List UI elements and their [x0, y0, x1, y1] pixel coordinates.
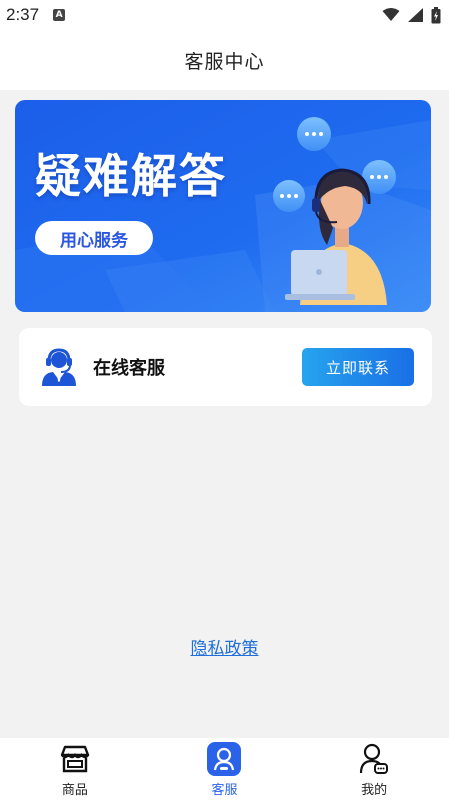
header: 客服中心	[0, 30, 449, 90]
tab-customer-service[interactable]: 客服	[174, 738, 274, 800]
contact-now-button[interactable]: 立即联系	[302, 348, 414, 386]
online-service-label: 在线客服	[93, 358, 165, 379]
tab-products[interactable]: 商品	[25, 738, 125, 800]
shop-icon	[58, 742, 92, 776]
faq-banner[interactable]: 疑难解答 用心服务	[15, 100, 431, 312]
privacy-policy-link[interactable]: 隐私政策	[0, 634, 449, 659]
tab-customer-service-label: 客服	[211, 783, 238, 798]
bottom-tab-bar: 商品 客服 我的	[0, 738, 449, 800]
tab-mine-label: 我的	[361, 783, 388, 798]
notification-icon: A	[53, 9, 66, 21]
banner-pill: 用心服务	[35, 221, 153, 255]
tab-mine[interactable]: 我的	[324, 738, 424, 800]
status-bar: 2:37 A	[0, 0, 449, 30]
wifi-icon	[382, 8, 400, 21]
user-icon	[357, 742, 391, 776]
banner-title: 疑难解答	[35, 149, 227, 203]
banner-illustration	[15, 100, 431, 312]
page-title: 客服中心	[184, 50, 265, 73]
status-time: 2:37	[6, 5, 40, 24]
customer-service-agent-icon	[42, 348, 76, 386]
tab-products-label: 商品	[61, 783, 88, 798]
battery-icon	[431, 6, 441, 23]
online-service-card: 在线客服 立即联系	[19, 328, 432, 406]
customer-service-icon	[207, 742, 242, 776]
signal-icon	[408, 8, 423, 22]
